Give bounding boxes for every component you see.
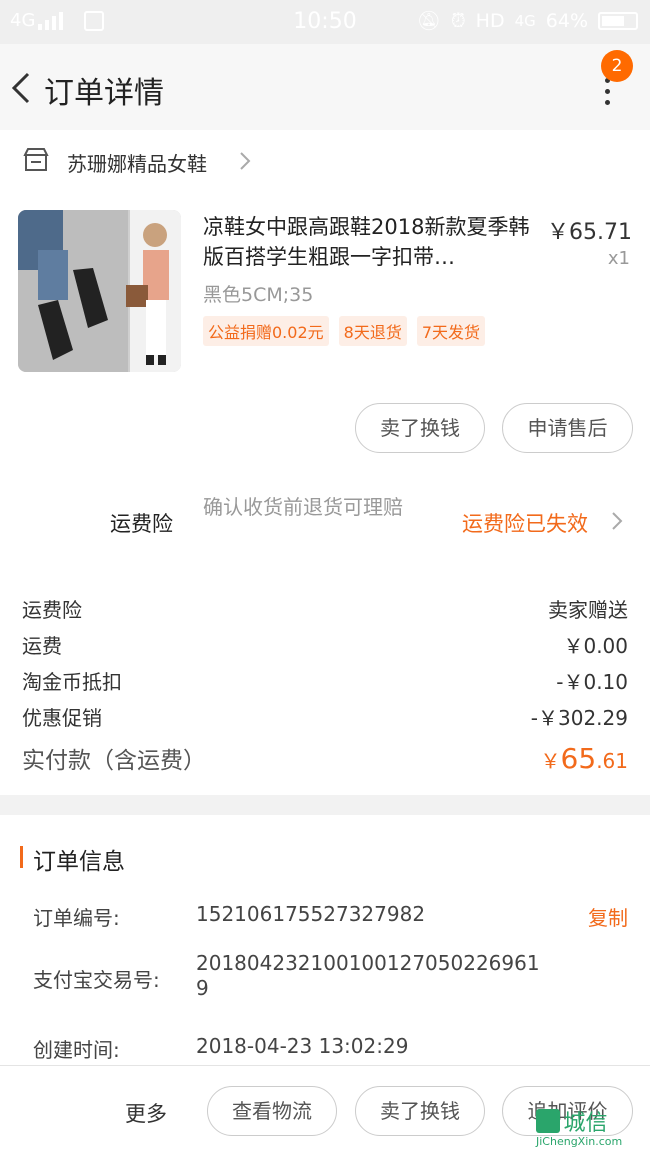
tag-return: 8天退货 xyxy=(338,316,407,346)
site-watermark: 城信 JiChengXin.com xyxy=(536,1105,646,1153)
product-image[interactable] xyxy=(18,210,181,372)
sell-for-cash-button[interactable]: 卖了换钱 xyxy=(355,403,485,453)
view-logistics-button[interactable]: 查看物流 xyxy=(207,1086,337,1136)
created-time: 2018-04-23 13:02:29 xyxy=(196,1034,409,1058)
after-sale-button[interactable]: 申请售后 xyxy=(502,403,633,453)
back-button[interactable] xyxy=(8,68,38,108)
watermark-text: 城信 xyxy=(563,1111,608,1136)
sell-for-cash-button[interactable]: 卖了换钱 xyxy=(355,1086,485,1136)
chevron-right-icon xyxy=(240,152,251,170)
alipay-number: 2018042321001001270502269619 xyxy=(196,951,540,1000)
alarm-icon: ⏰︎ xyxy=(450,9,466,32)
shop-row[interactable]: 苏珊娜精品女鞋 xyxy=(0,130,650,190)
battery-percent: 64% xyxy=(545,9,588,32)
order-info-title: 订单信息 xyxy=(33,849,125,875)
insurance-status[interactable]: 运费险已失效 xyxy=(462,508,588,538)
tag-charity: 公益捐赠0.02元 xyxy=(203,316,329,346)
total-amount: ￥65.61 xyxy=(541,742,628,775)
network-right: 4G xyxy=(514,11,536,30)
product-card: 凉鞋女中跟高跟鞋2018新款夏季韩版百搭学生粗跟一字扣带… ￥65.71 x1 … xyxy=(0,190,650,795)
fee-summary: 运费险 卖家赠送 运费 ￥0.00 淘金币抵扣 -￥0.10 优惠促销 -￥30… xyxy=(22,590,628,782)
status-right-group: 🔕︎ ⏰︎ HD 4G 64% xyxy=(417,9,638,32)
fee-label: 淘金币抵扣 xyxy=(22,669,122,694)
copy-button[interactable]: 复制 xyxy=(588,902,628,931)
tag-shipping: 7天发货 xyxy=(416,316,486,346)
total-label: 实付款（含运费） xyxy=(22,748,206,774)
product-title[interactable]: 凉鞋女中跟高跟鞋2018新款夏季韩版百搭学生粗跟一字扣带… xyxy=(203,212,533,272)
shop-icon xyxy=(23,148,49,171)
order-number: 152106175527327982 xyxy=(196,902,426,926)
shop-name: 苏珊娜精品女鞋 xyxy=(67,152,207,176)
fee-value: ￥0.00 xyxy=(563,633,628,658)
fee-value: -￥0.10 xyxy=(556,669,628,694)
order-info-card: 订单信息 订单编号: 152106175527327982 复制 支付宝交易号:… xyxy=(0,815,650,1065)
insurance-description: 确认收货前退货可理赔 xyxy=(203,495,403,519)
section-accent-bar xyxy=(20,846,23,868)
product-tags: 公益捐赠0.02元 8天退货 7天发货 xyxy=(203,316,486,346)
page-title: 订单详情 xyxy=(44,76,164,111)
fee-row: 优惠促销 -￥302.29 xyxy=(22,698,628,734)
back-arrow-icon xyxy=(11,72,30,104)
product-price: ￥65.71 xyxy=(547,220,632,245)
created-time-label: 创建时间: xyxy=(33,1038,120,1062)
fee-label: 运费 xyxy=(22,633,62,658)
status-bar: 4G 10:50 🔕︎ ⏰︎ HD 4G 64% xyxy=(0,0,650,44)
order-number-label: 订单编号: xyxy=(33,906,120,930)
silent-icon: 🔕︎ xyxy=(416,10,441,32)
notification-badge: 2 xyxy=(601,50,633,82)
watermark-logo-icon xyxy=(536,1109,560,1133)
fee-label: 优惠促销 xyxy=(22,705,102,730)
chevron-right-icon xyxy=(612,512,623,530)
fee-row: 运费险 卖家赠送 xyxy=(22,590,628,626)
more-button[interactable]: 更多 xyxy=(125,1098,167,1128)
total-integer: 65 xyxy=(560,741,597,775)
alipay-number-label: 支付宝交易号: xyxy=(33,968,160,992)
fee-row: 运费 ￥0.00 xyxy=(22,626,628,662)
product-quantity: x1 xyxy=(607,248,630,269)
total-currency: ￥ xyxy=(540,748,561,773)
page-header: 订单详情 2 xyxy=(0,44,650,130)
insurance-label: 运费险 xyxy=(110,512,173,536)
total-row: 实付款（含运费） ￥65.61 xyxy=(22,734,628,782)
fee-value: -￥302.29 xyxy=(530,705,628,730)
battery-icon xyxy=(598,11,638,30)
fee-value: 卖家赠送 xyxy=(548,597,628,622)
fee-label: 运费险 xyxy=(22,597,82,622)
hd-label: HD xyxy=(475,9,505,32)
product-sku: 黑色5CM;35 xyxy=(203,284,314,306)
fee-row: 淘金币抵扣 -￥0.10 xyxy=(22,662,628,698)
total-decimal: .61 xyxy=(596,748,628,773)
watermark-subtext: JiChengXin.com xyxy=(536,1135,623,1148)
